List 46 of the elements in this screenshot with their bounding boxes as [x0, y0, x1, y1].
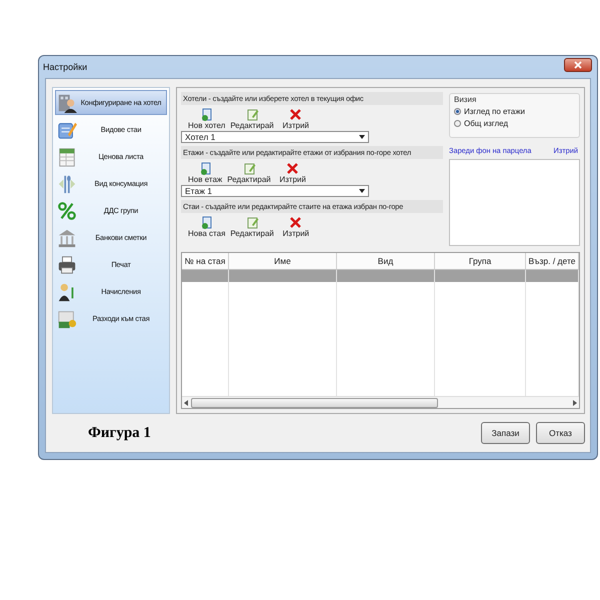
edit-pencil-icon	[242, 162, 256, 175]
toolbar-button[interactable]: Нов етаж	[187, 162, 224, 184]
toolbar-button[interactable]: Нов хотел	[187, 108, 226, 130]
toolbar-button[interactable]: Изтрий	[278, 108, 314, 130]
close-button[interactable]	[564, 58, 592, 72]
printer-icon	[57, 254, 77, 274]
delete-x-icon	[289, 108, 302, 121]
figure-caption: Фигура 1	[88, 424, 152, 442]
column-header: Име	[229, 253, 337, 270]
caret-icon	[359, 189, 365, 193]
toolbar-button[interactable]: Редактирай	[229, 216, 275, 238]
window-title: Настройки	[43, 62, 88, 72]
document-plus-icon	[200, 108, 214, 121]
delete-x-icon	[289, 216, 302, 229]
building-person-icon	[57, 92, 77, 112]
money-stack-icon	[57, 308, 77, 328]
close-icon	[574, 61, 582, 69]
edit-pencil-icon	[246, 216, 259, 229]
spreadsheet-icon	[57, 146, 77, 166]
dropdown[interactable]: Етаж 1	[181, 185, 369, 197]
right-arrow-icon	[573, 400, 577, 406]
cutlery-icon	[57, 174, 77, 194]
group-title: Визия	[454, 95, 478, 104]
document-plus-icon	[198, 162, 212, 175]
percent-icon	[57, 200, 77, 220]
dialog-button[interactable]: Запази	[481, 422, 530, 444]
radio-option[interactable]: Общ изглед	[454, 119, 575, 128]
column-header: Вид	[337, 253, 435, 270]
edit-pencil-icon	[246, 108, 259, 121]
document-plus-icon	[200, 216, 214, 229]
toolbar-button[interactable]: Нова стая	[187, 216, 226, 238]
left-arrow-icon	[184, 400, 188, 406]
delete-x-icon	[286, 162, 300, 175]
radio-option[interactable]: Изглед по етажи	[454, 107, 575, 116]
column-header: Група	[435, 253, 526, 270]
horizontal-scrollbar[interactable]	[182, 396, 579, 408]
column-header: Възр. / дете	[526, 253, 579, 270]
column-header: № на стая	[182, 253, 229, 270]
bank-building-icon	[57, 228, 77, 248]
dialog-button[interactable]: Отказ	[536, 422, 585, 444]
toolbar-button[interactable]: Изтрий	[278, 216, 314, 238]
dropdown[interactable]: Хотел 1	[181, 131, 369, 143]
toolbar-button[interactable]: Редактирай	[226, 162, 272, 184]
caret-icon	[359, 135, 365, 139]
toolbar-button[interactable]: Редактирай	[229, 108, 275, 130]
toolbar-button[interactable]: Изтрий	[274, 162, 311, 184]
